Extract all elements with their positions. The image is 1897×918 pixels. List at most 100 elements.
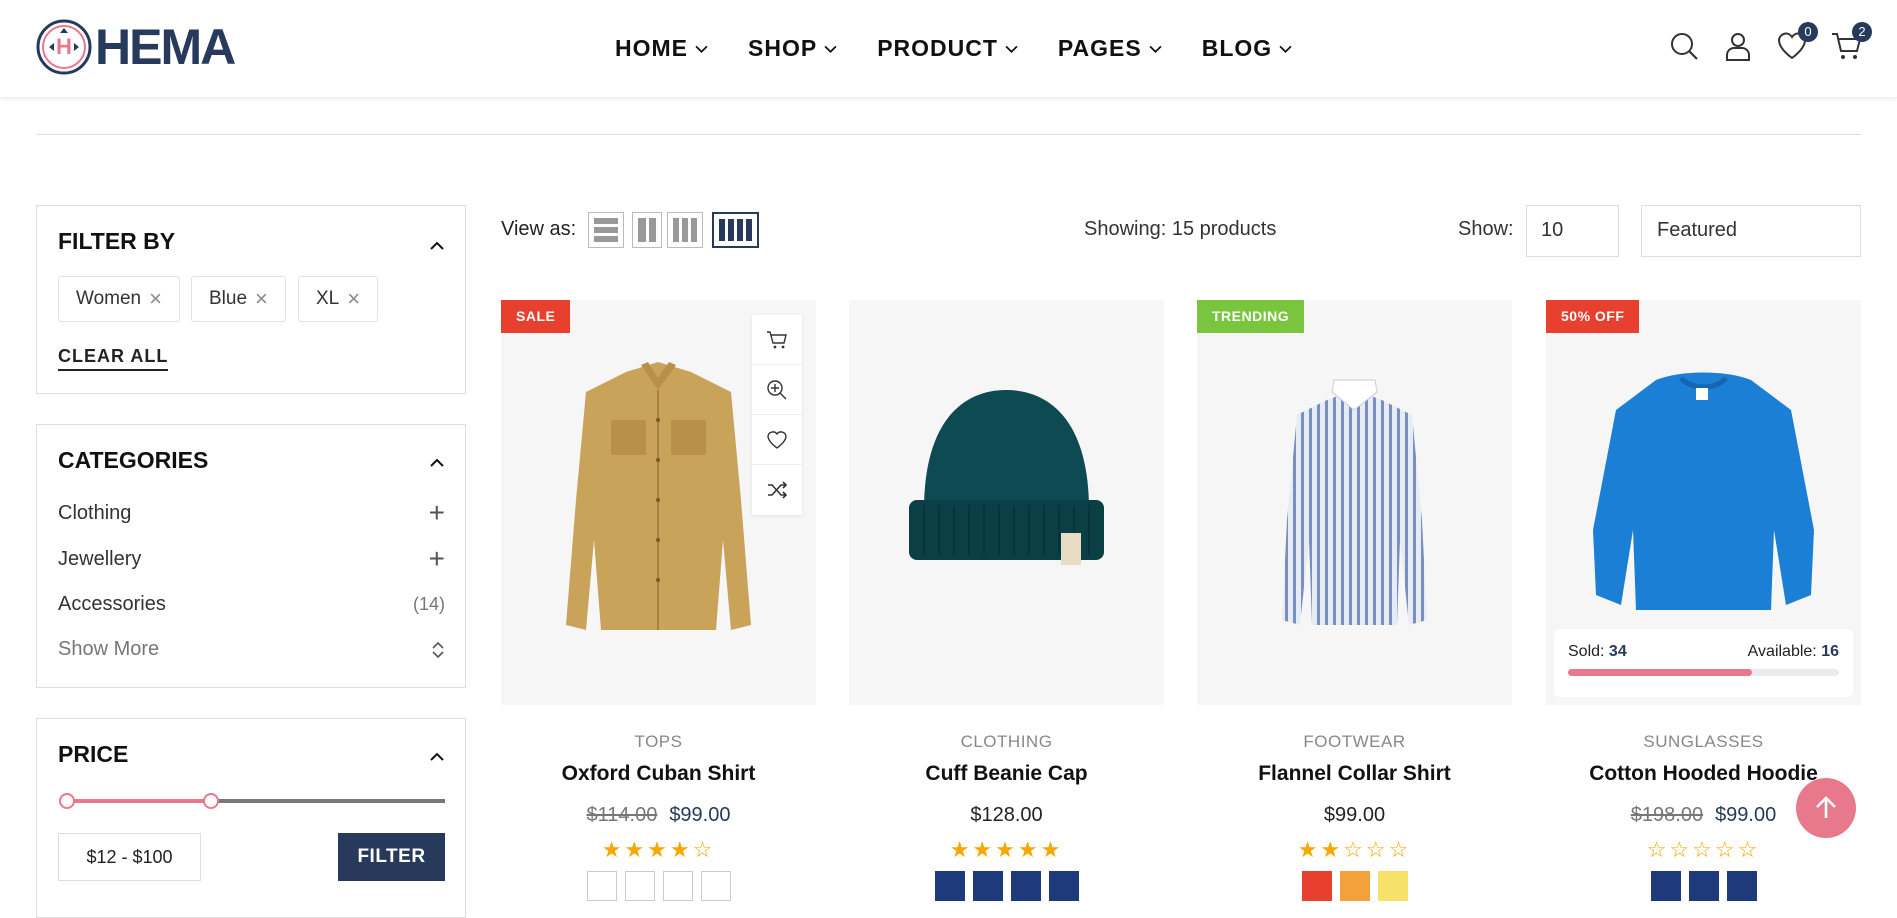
header-actions: 0 2 — [1646, 22, 1872, 62]
discount-badge: 50% OFF — [1546, 300, 1640, 333]
swatch[interactable] — [934, 871, 965, 901]
swatch[interactable] — [586, 871, 617, 901]
chevron-down-icon — [1149, 45, 1162, 53]
chevron-up-icon[interactable] — [429, 238, 445, 254]
view-as-label: View as: — [501, 218, 577, 240]
product-name[interactable]: Flannel Collar Shirt — [1197, 762, 1512, 786]
categories-title: CATEGORIES — [58, 447, 209, 473]
plus-icon[interactable]: + — [429, 545, 445, 573]
swatch[interactable] — [1048, 871, 1079, 901]
view-list-button[interactable] — [588, 212, 624, 248]
product-card[interactable]: CLOTHING Cuff Beanie Cap $128.00 ★★★★★ — [849, 300, 1164, 901]
current-price: $128.00 — [970, 804, 1043, 826]
cart-button[interactable]: 2 — [1830, 22, 1872, 62]
product-image[interactable] — [849, 300, 1164, 705]
cart-icon — [767, 330, 787, 348]
nav-pages-label: PAGES — [1057, 34, 1142, 61]
view-grid-2-button[interactable] — [632, 212, 662, 248]
color-swatches — [849, 871, 1164, 901]
price-slider-min-handle[interactable] — [59, 793, 75, 809]
categories-panel: CATEGORIES Clothing + Jewellery + Access… — [36, 424, 466, 688]
swatch[interactable] — [1339, 871, 1370, 901]
close-icon[interactable]: × — [347, 288, 360, 310]
sold-value: 34 — [1608, 643, 1627, 660]
account-button[interactable] — [1722, 30, 1754, 62]
clear-all-link[interactable]: CLEAR ALL — [58, 346, 169, 371]
main-nav: HOME SHOP PRODUCT PAGES BLOG — [615, 30, 1332, 66]
filter-by-panel: FILTER BY Women × Blue × XL × CLEAR ALL — [36, 205, 466, 394]
site-header: H HEMA HOME SHOP PRODUCT PAGES BLOG 0 2 — [0, 0, 1897, 98]
nav-shop[interactable]: SHOP — [748, 30, 837, 66]
category-label: Jewellery — [58, 547, 142, 570]
product-card[interactable]: SALE TOPS Oxford Cuban Shirt $114.00 $99.… — [501, 300, 816, 901]
filter-chip-women[interactable]: Women × — [58, 276, 180, 322]
nav-home[interactable]: HOME — [615, 30, 708, 66]
product-name[interactable]: Oxford Cuban Shirt — [501, 762, 816, 786]
price-title: PRICE — [58, 741, 129, 767]
sold-count: Sold: 34 — [1568, 643, 1627, 661]
sort-select[interactable]: Featured — [1641, 205, 1861, 257]
swatch[interactable] — [1726, 871, 1757, 901]
swatch[interactable] — [662, 871, 693, 901]
product-name[interactable]: Cuff Beanie Cap — [849, 762, 1164, 786]
add-to-cart-button[interactable] — [752, 315, 802, 365]
beanie-image — [909, 390, 1104, 565]
breadcrumb-divider — [36, 134, 1861, 135]
grid-3-icon — [673, 218, 679, 242]
close-icon[interactable]: × — [149, 288, 162, 310]
product-category: SUNGLASSES — [1643, 732, 1764, 751]
star-rating: ☆☆☆☆☆ — [1646, 837, 1761, 862]
chevron-up-icon[interactable] — [429, 455, 445, 471]
category-label: Accessories — [58, 593, 166, 615]
quick-view-button[interactable] — [752, 365, 802, 415]
close-icon[interactable]: × — [255, 288, 268, 310]
sold-label: Sold: — [1568, 643, 1605, 660]
nav-pages[interactable]: PAGES — [1058, 30, 1162, 66]
show-more-toggle[interactable]: Show More — [58, 638, 445, 661]
swatch[interactable] — [700, 871, 731, 901]
swatch[interactable] — [1650, 871, 1681, 901]
star-rating: ★★☆☆☆ — [1297, 837, 1412, 862]
swatch[interactable] — [1688, 871, 1719, 901]
swatch[interactable] — [972, 871, 1003, 901]
nav-product[interactable]: PRODUCT — [877, 30, 1018, 66]
product-image[interactable]: 50% OFF Sold: 34 Available: 16 — [1546, 300, 1861, 705]
filter-chip-xl[interactable]: XL × — [298, 276, 379, 322]
wishlist-button[interactable]: 0 — [1776, 22, 1818, 62]
price-slider-max-handle[interactable] — [202, 793, 219, 809]
product-card[interactable]: TRENDING FOOTWEAR Flannel Collar Shirt $… — [1197, 300, 1512, 901]
current-price: $99.00 — [1715, 804, 1777, 826]
price-slider-fill — [67, 799, 211, 803]
cart-count-badge: 2 — [1852, 22, 1872, 42]
svg-text:H: H — [56, 34, 72, 59]
product-image[interactable]: SALE — [501, 300, 816, 705]
swatch[interactable] — [624, 871, 655, 901]
back-to-top-button[interactable] — [1796, 778, 1856, 838]
view-grid-4-button[interactable] — [712, 212, 759, 248]
available-value: 16 — [1821, 643, 1839, 660]
logo[interactable]: H HEMA — [35, 18, 236, 76]
swatch[interactable] — [1010, 871, 1041, 901]
swatch[interactable] — [1301, 871, 1332, 901]
nav-blog-label: BLOG — [1201, 34, 1273, 61]
chevron-down-icon — [695, 45, 708, 53]
add-to-wishlist-button[interactable] — [752, 415, 802, 465]
available-label: Available: — [1747, 643, 1817, 660]
chevron-down-icon — [824, 45, 837, 53]
filter-chip-blue[interactable]: Blue × — [191, 276, 286, 322]
search-button[interactable] — [1668, 30, 1700, 62]
swatch[interactable] — [1377, 871, 1408, 901]
price-filter-button[interactable]: FILTER — [338, 833, 445, 881]
plus-icon[interactable]: + — [429, 499, 445, 527]
category-item-clothing[interactable]: Clothing + — [58, 499, 445, 527]
category-item-jewellery[interactable]: Jewellery + — [58, 545, 445, 573]
chevron-up-icon[interactable] — [429, 749, 445, 765]
compare-button[interactable] — [752, 465, 802, 515]
per-page-select[interactable]: 10 — [1526, 205, 1619, 257]
grid-icon-bar — [682, 218, 688, 242]
nav-blog[interactable]: BLOG — [1202, 30, 1292, 66]
product-image[interactable]: TRENDING — [1197, 300, 1512, 705]
color-swatches — [1546, 871, 1861, 901]
category-item-accessories[interactable]: Accessories (14) — [58, 593, 445, 616]
view-grid-3-button[interactable] — [667, 212, 703, 248]
